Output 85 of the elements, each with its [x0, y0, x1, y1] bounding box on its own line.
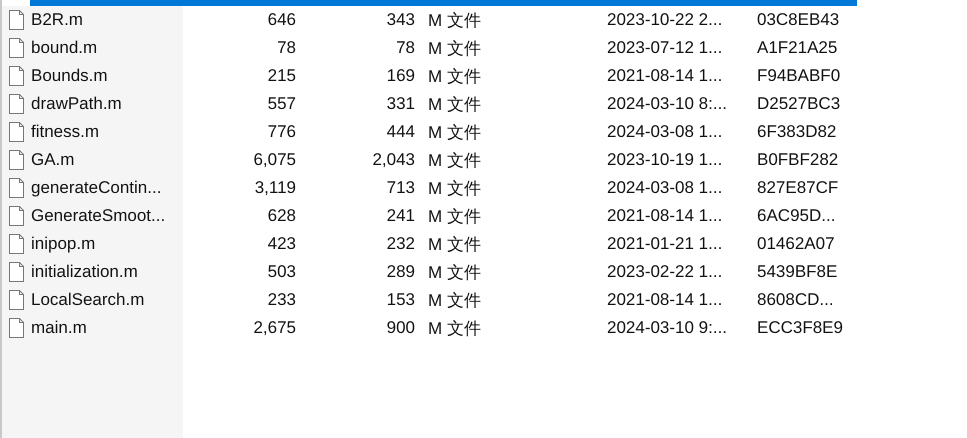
size-cell-text: 628: [266, 206, 296, 226]
modified-cell-text: 2024-03-10 8:...: [607, 94, 728, 114]
file-icon: [8, 261, 25, 283]
file-name: B2R.m: [31, 10, 83, 30]
crc-cell-text: 5439BF8E: [757, 262, 838, 282]
crc-cell-text: ECC3F8E9: [757, 318, 844, 338]
file-name: GA.m: [31, 150, 74, 170]
size-cell-text: 215: [266, 66, 296, 86]
packed-size-cell-text: 343: [386, 10, 415, 30]
type-cell-text: M 文件: [427, 10, 482, 32]
crc-cell-text: A1F21A25: [757, 38, 838, 58]
modified-cell-text: 2023-10-22 2...: [607, 10, 724, 30]
file-name: fitness.m: [31, 122, 100, 142]
modified-cell-text: 2021-01-21 1...: [607, 234, 724, 254]
size-cell-text: 6,075: [252, 150, 296, 170]
packed-size-cell-text: 232: [386, 234, 415, 254]
modified-cell-text: 2024-03-08 1...: [607, 178, 724, 198]
file-icon: [8, 37, 25, 59]
modified-cell-text: 2023-07-12 1...: [607, 38, 724, 58]
type-cell-text: M 文件: [427, 234, 482, 256]
file-icon: [8, 317, 25, 339]
packed-size-cell-text: 241: [386, 206, 415, 226]
crc-cell-text: B0FBF282: [757, 150, 840, 170]
crc-cell-text: 6F383D82: [757, 122, 838, 142]
file-name: GenerateSmoot...: [31, 206, 166, 226]
file-icon: [8, 9, 25, 31]
size-cell-text: 2,675: [252, 318, 296, 338]
type-cell-text: M 文件: [427, 122, 482, 144]
modified-cell-text: 2023-10-19 1...: [607, 150, 724, 170]
crc-cell-text: 01462A07: [757, 234, 836, 254]
packed-size-cell-text: 289: [386, 262, 415, 282]
crc-cell-text: F94BABF0: [757, 66, 842, 86]
type-cell-text: M 文件: [427, 262, 482, 284]
modified-cell-text: 2024-03-10 9:...: [607, 318, 728, 338]
file-name: initialization.m: [31, 262, 138, 282]
size-cell-text: 503: [266, 262, 296, 282]
selected-row[interactable]: [30, 0, 857, 6]
packed-size-cell-text: 78: [395, 38, 415, 58]
file-icon: [8, 233, 25, 255]
file-icon: [8, 177, 25, 199]
crc-cell-text: 03C8EB43: [757, 10, 840, 30]
file-icon: [8, 65, 25, 87]
modified-cell-text: 2021-08-14 1...: [607, 290, 724, 310]
packed-size-cell-text: 2,043: [371, 150, 415, 170]
file-name: inipop.m: [31, 234, 96, 254]
file-name: bound.m: [31, 38, 98, 58]
crc-cell-text: D2527BC3: [757, 94, 842, 114]
file-icon: [8, 289, 25, 311]
type-cell-text: M 文件: [427, 94, 482, 116]
file-icon: [8, 121, 25, 143]
type-cell-text: M 文件: [427, 206, 482, 228]
size-cell-text: 233: [266, 290, 296, 310]
modified-cell-text: 2021-08-14 1...: [607, 206, 724, 226]
size-cell-text: 557: [266, 94, 296, 114]
type-cell-text: M 文件: [427, 290, 482, 312]
file-name: Bounds.m: [31, 66, 108, 86]
file-name: LocalSearch.m: [31, 290, 144, 310]
size-cell-text: 776: [266, 122, 296, 142]
type-cell-text: M 文件: [427, 66, 482, 88]
file-name: generateContin...: [31, 178, 162, 198]
file-name: drawPath.m: [31, 94, 122, 114]
packed-size-cell-text: 153: [386, 290, 415, 310]
packed-size-cell-text: 169: [386, 66, 415, 86]
crc-cell-text: 827E87CF: [757, 178, 840, 198]
size-cell-text: 423: [266, 234, 296, 254]
size-cell-text: 646: [266, 10, 296, 30]
packed-size-cell-text: 331: [386, 94, 415, 114]
crc-cell-text: 6AC95D...: [757, 206, 836, 226]
crc-cell-text: 8608CD...: [757, 290, 835, 310]
size-cell-text: 78: [276, 38, 296, 58]
size-cell-text: 3,119: [254, 178, 296, 198]
file-icon: [8, 93, 25, 115]
modified-cell-text: 2021-08-14 1...: [607, 66, 724, 86]
file-icon: [8, 149, 25, 171]
packed-size-cell-text: 444: [386, 122, 415, 142]
modified-cell-text: 2024-03-08 1...: [607, 122, 724, 142]
type-cell-text: M 文件: [427, 38, 482, 60]
type-cell-text: M 文件: [427, 150, 482, 172]
file-name: main.m: [31, 318, 87, 338]
packed-size-cell-text: 713: [386, 178, 415, 198]
type-cell-text: M 文件: [427, 318, 482, 340]
modified-cell-text: 2023-02-22 1...: [607, 262, 724, 282]
type-cell-text: M 文件: [427, 178, 482, 200]
file-icon: [8, 205, 25, 227]
packed-size-cell-text: 900: [386, 318, 415, 338]
